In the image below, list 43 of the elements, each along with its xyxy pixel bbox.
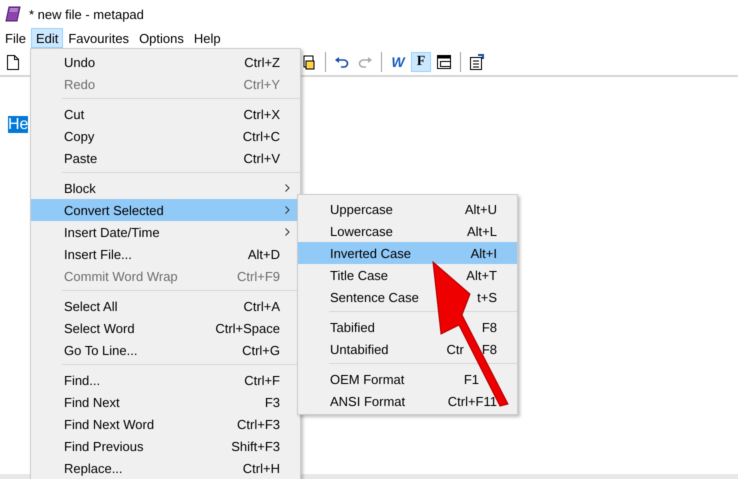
menu-item[interactable]: Edit — [30, 28, 64, 48]
menu-item[interactable]: Find Previous Shift+F3 — [31, 435, 300, 457]
menu-item[interactable]: Insert File... Alt+D — [31, 243, 300, 265]
new-file-icon[interactable] — [7, 54, 19, 70]
menu-item[interactable]: Insert Date/Time — [31, 221, 300, 243]
toolbar-button[interactable]: W — [388, 52, 408, 72]
menu-item[interactable]: File — [0, 28, 31, 48]
menu-item[interactable]: Help — [188, 28, 226, 48]
menu-item[interactable]: Untabified Ctr F8 — [298, 338, 517, 360]
chevron-icon — [285, 184, 290, 192]
menu-item[interactable]: Find Next Word Ctrl+F3 — [31, 413, 300, 435]
menu-item[interactable]: Select All Ctrl+A — [31, 295, 300, 317]
chevron-icon — [285, 228, 290, 236]
menu-item[interactable]: Inverted Case Alt+I — [298, 242, 517, 264]
menu-item[interactable]: Cut Ctrl+X — [31, 103, 300, 125]
menu-item[interactable]: Find Next F3 — [31, 391, 300, 413]
menu-item[interactable]: Options — [134, 28, 189, 48]
print-preview-icon[interactable] — [302, 54, 316, 70]
menu-item[interactable]: Select Word Ctrl+Space — [31, 317, 300, 339]
menu-item[interactable]: Favourites — [63, 28, 134, 48]
menu-item[interactable]: OEM Format F1 — [298, 368, 517, 390]
menu-item[interactable]: Sentence Case t+S — [298, 286, 517, 308]
chevron-icon — [285, 206, 290, 214]
menu-item[interactable]: Replace... Ctrl+H — [31, 457, 300, 479]
selected-text: He — [8, 116, 28, 133]
toolbar-button[interactable]: F — [411, 52, 431, 72]
menu-item[interactable]: Find... Ctrl+F — [31, 369, 300, 391]
menu-item[interactable]: Uppercase Alt+U — [298, 198, 517, 220]
menu-item[interactable]: Convert Selected — [31, 199, 300, 221]
window-icon[interactable] — [437, 55, 451, 69]
menu-item[interactable]: Go To Line... Ctrl+G — [31, 339, 300, 361]
menu-item[interactable]: Tabified F8 — [298, 316, 517, 338]
notebook-icon — [5, 6, 21, 22]
menu-item[interactable]: Title Case Alt+T — [298, 264, 517, 286]
menu-item[interactable]: Paste Ctrl+V — [31, 147, 300, 169]
menu-item[interactable]: Lowercase Alt+L — [298, 220, 517, 242]
window-title: * new file - metapad — [29, 6, 144, 22]
menu-item[interactable]: Copy Ctrl+C — [31, 125, 300, 147]
properties-icon[interactable] — [469, 54, 485, 70]
menu-item[interactable]: ANSI Format Ctrl+F11 — [298, 390, 517, 412]
menu-item[interactable]: Block — [31, 177, 300, 199]
menu-item[interactable]: Undo Ctrl+Z — [31, 51, 300, 73]
undo-icon[interactable] — [335, 56, 349, 68]
